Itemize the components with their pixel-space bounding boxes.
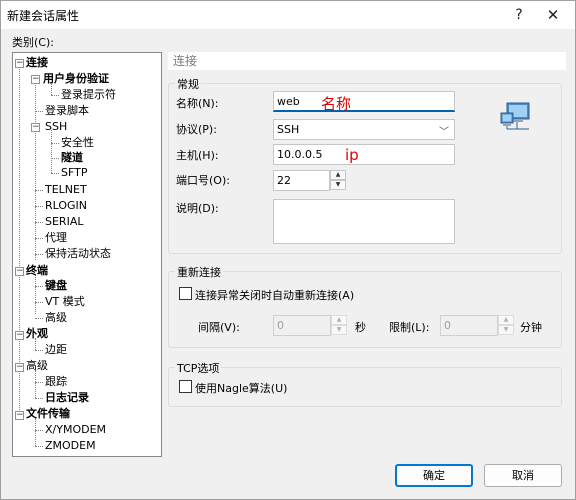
port-spinner[interactable]: ▲ ▼ (330, 170, 346, 191)
tree-item-login-prompt[interactable]: 登录提示符 (61, 87, 116, 102)
tree-item-file-transfer[interactable]: 文件传输 (26, 406, 70, 421)
tree-item-security[interactable]: 安全性 (61, 135, 94, 150)
description-label: 说明(D): (176, 202, 219, 215)
port-field[interactable]: 22 (273, 170, 330, 191)
general-group-title: 常规 (175, 76, 201, 92)
tree-item-tunnel[interactable]: 隧道 (61, 150, 83, 165)
spin-up-icon[interactable]: ▲ (330, 170, 346, 180)
tree-item-advanced[interactable]: 高级 (26, 358, 48, 373)
collapse-toggle[interactable]: − (31, 75, 40, 84)
collapse-toggle[interactable]: − (15, 59, 24, 68)
tree-item-sftp[interactable]: SFTP (61, 165, 87, 180)
annotation-ip: ip (345, 146, 359, 164)
collapse-toggle[interactable]: − (15, 267, 24, 276)
interval-field[interactable]: 0 (273, 315, 331, 336)
cancel-button[interactable]: 取消 (484, 464, 562, 487)
host-label: 主机(H): (176, 149, 219, 162)
limit-label: 限制(L): (389, 321, 430, 334)
limit-spinner[interactable]: ▲ ▼ (498, 315, 514, 336)
tree-item-serial[interactable]: SERIAL (45, 214, 83, 229)
limit-field[interactable]: 0 (440, 315, 498, 336)
tree-item-margin[interactable]: 边距 (45, 342, 67, 357)
spin-up-icon[interactable]: ▲ (331, 315, 347, 325)
port-label: 端口号(O): (176, 174, 230, 187)
nagle-checkbox[interactable] (179, 380, 192, 393)
name-field[interactable]: web (273, 91, 455, 112)
tree-item-rlogin[interactable]: RLOGIN (45, 198, 87, 213)
network-computer-icon (499, 101, 535, 133)
host-field[interactable]: 10.0.0.5 (273, 144, 455, 165)
nagle-label[interactable]: 使用Nagle算法(U) (195, 380, 287, 396)
tree-item-keepalive[interactable]: 保持活动状态 (45, 246, 111, 261)
tree-item-vt-mode[interactable]: VT 模式 (45, 294, 85, 309)
tree-item-appearance[interactable]: 外观 (26, 326, 48, 341)
tree-item-user-auth[interactable]: 用户身份验证 (43, 71, 109, 86)
auto-reconnect-checkbox[interactable] (179, 287, 192, 300)
description-field[interactable] (273, 199, 455, 244)
collapse-toggle[interactable]: − (31, 123, 40, 132)
tree-item-proxy[interactable]: 代理 (45, 230, 67, 245)
connection-panel: 连接 常规 名称(N): web 协议(P): SSH ﹀ 主机(H): 10.… (168, 52, 566, 457)
spin-down-icon[interactable]: ▼ (498, 325, 514, 335)
protocol-value: SSH (277, 123, 300, 136)
tree-item-connection[interactable]: 连接 (26, 55, 48, 70)
minutes-label: 分钟 (520, 321, 542, 334)
tree-item-zmodem[interactable]: ZMODEM (45, 438, 96, 453)
collapse-toggle[interactable]: − (15, 363, 24, 372)
reconnect-group-title: 重新连接 (175, 264, 223, 280)
help-icon[interactable]: ? (509, 5, 529, 25)
seconds-label: 秒 (355, 321, 366, 334)
name-label: 名称(N): (176, 97, 219, 110)
tree-item-xymodem[interactable]: X/YMODEM (45, 422, 106, 437)
tree-item-ssh[interactable]: SSH (45, 119, 67, 134)
session-properties-dialog: 新建会话属性 ? ✕ 类别(C): − 连接 − 用户身份验证 登录提示符 登录… (0, 0, 576, 500)
interval-label: 间隔(V): (198, 321, 240, 334)
spin-down-icon[interactable]: ▼ (330, 180, 346, 190)
tree-item-trace[interactable]: 跟踪 (45, 374, 67, 389)
chevron-down-icon: ﹀ (439, 127, 449, 138)
category-tree[interactable]: − 连接 − 用户身份验证 登录提示符 登录脚本 − SSH 安全性 隧道 SF… (12, 52, 162, 457)
ok-button[interactable]: 确定 (395, 464, 473, 487)
tree-item-login-script[interactable]: 登录脚本 (45, 103, 89, 118)
category-label: 类别(C): (12, 36, 54, 49)
protocol-select[interactable]: SSH ﹀ (273, 119, 455, 140)
collapse-toggle[interactable]: − (15, 331, 24, 340)
tree-item-keyboard[interactable]: 键盘 (45, 278, 67, 293)
tree-item-log[interactable]: 日志记录 (45, 390, 89, 405)
reconnect-group: 重新连接 (168, 264, 562, 348)
protocol-label: 协议(P): (176, 123, 217, 136)
panel-header: 连接 (168, 52, 566, 70)
spin-up-icon[interactable]: ▲ (498, 315, 514, 325)
tcp-group-title: TCP选项 (175, 360, 222, 376)
auto-reconnect-label[interactable]: 连接异常关闭时自动重新连接(A) (195, 287, 354, 303)
interval-spinner[interactable]: ▲ ▼ (331, 315, 347, 336)
window-title: 新建会话属性 (7, 9, 80, 23)
spin-down-icon[interactable]: ▼ (331, 325, 347, 335)
close-icon[interactable]: ✕ (543, 5, 563, 25)
annotation-name: 名称 (321, 95, 352, 113)
title-bar: 新建会话属性 ? ✕ (1, 1, 575, 29)
collapse-toggle[interactable]: − (15, 411, 24, 420)
tree-item-terminal[interactable]: 终端 (26, 263, 48, 278)
tree-item-telnet[interactable]: TELNET (45, 182, 87, 197)
tree-item-terminal-advanced[interactable]: 高级 (45, 310, 67, 325)
